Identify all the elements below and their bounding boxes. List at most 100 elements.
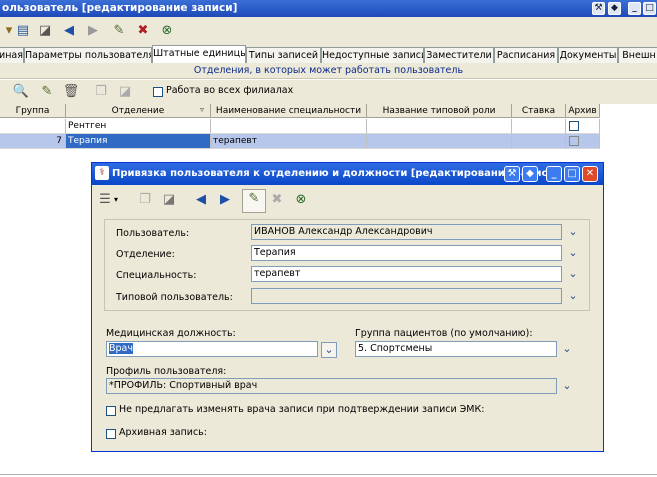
tab-schedules[interactable]: Расписания [494,47,558,63]
cancel-record-icon[interactable]: ⊗ [292,191,310,209]
position-label: Медицинская должность: [106,328,236,339]
pencil-edit-icon[interactable]: ✎ [242,189,266,213]
back-arrow-icon[interactable]: ◀ [192,191,210,209]
chevron-down-icon[interactable]: ⌄ [566,246,580,260]
chevron-down-icon[interactable]: ▾ [114,195,118,204]
tab-staff-units[interactable]: Штатные единицы [152,45,246,64]
edit-frame-icon[interactable]: ◪ [116,83,134,101]
filter-icon[interactable]: ▿ [200,105,204,114]
no-change-doctor-checkbox[interactable] [106,406,116,416]
copy-icon[interactable]: ❐ [136,191,154,209]
tab-user-params[interactable]: Параметры пользователя [24,47,152,63]
maximize-button[interactable]: □ [564,166,580,182]
back-arrow-icon[interactable]: ◀ [60,22,78,40]
cell-role [367,134,512,149]
cell-rate [512,119,566,134]
specialty-label: Специальность: [116,270,197,281]
tab-label: Недоступные записи [322,50,424,61]
section-title: Отделения, в которых может работать поль… [0,63,657,79]
user-field[interactable]: ИВАНОВ Александр Александрович [251,224,562,240]
tab-unavailable-records[interactable]: Недоступные записи [321,47,424,63]
tab-main[interactable]: иная [0,47,24,63]
tools-icon[interactable]: ⚒ [504,166,520,182]
dialog-title: Привязка пользователя к отделению и долж… [112,168,560,179]
document-icon[interactable]: ▤ [14,22,32,40]
tab-label: Внешн [622,50,656,61]
edit-frame-icon[interactable]: ◪ [160,191,178,209]
position-field[interactable]: Врач [106,341,318,357]
chevron-down-icon[interactable]: ⌄ [560,379,574,393]
chevron-down-icon[interactable]: ⌄ [560,342,574,356]
column-header[interactable]: Ставка [512,104,566,118]
cell-department: Рентген [66,119,211,134]
column-header[interactable]: Отделение [66,104,211,118]
archive-checkbox[interactable] [569,121,579,131]
delete-record-icon[interactable]: ✖ [268,191,286,209]
divider [0,474,657,475]
tab-documents[interactable]: Документы [558,47,618,63]
window-title: ользователь [редактирование записи] [2,2,238,14]
cell-specialty: терапевт [211,134,367,149]
cell-rate [512,134,566,149]
tools-icon[interactable]: ⚒ [592,2,605,15]
column-header[interactable]: Наименование специальности [211,104,367,118]
tab-label: Расписания [496,50,556,61]
all-branches-label: Работа во всех филиалах [166,85,294,96]
delete-record-icon[interactable]: ✖ [134,22,152,40]
tab-bar: иная Параметры пользователя Штатные един… [0,45,657,64]
edit-frame-icon[interactable]: ◪ [36,22,54,40]
tab-record-types[interactable]: Типы записей [246,47,321,63]
all-branches-checkbox[interactable] [153,87,163,97]
profile-label: Профиль пользователя: [106,366,227,377]
binding-dialog: ⚕ Привязка пользователя к отделению и до… [91,162,604,452]
profile-field[interactable]: *ПРОФИЛЬ: Спортивный врач [106,378,557,394]
tab-label: Документы [559,50,617,61]
minimize-button[interactable]: _ [628,2,641,15]
chevron-down-icon[interactable]: ⌄ [566,225,580,239]
department-field[interactable]: Терапия [251,245,562,261]
main-toolbar: ▾ ▤ ◪ ◀ ▶ ✎ ✖ ⊗ [0,17,657,46]
dialog-title-bar: ⚕ Привязка пользователя к отделению и до… [92,163,603,185]
help-icon[interactable]: ◆ [608,2,621,15]
archive-checkbox[interactable] [569,136,579,146]
maximize-button[interactable]: □ [643,2,656,15]
help-icon[interactable]: ◆ [522,166,538,182]
typical-user-label: Типовой пользователь: [116,292,233,303]
trash-icon[interactable]: 🗑 [62,83,80,101]
window-title-bar: ользователь [редактирование записи] ⚒ ◆ … [0,0,657,17]
menu-icon[interactable]: ☰ [96,191,114,209]
tab-label: иная [0,50,23,61]
grid-toolbar: 🔍 ✎ 🗑 ❐ ◪ Работа во всех филиалах [0,80,657,104]
position-value: Врач [109,343,133,354]
forward-arrow-icon[interactable]: ▶ [216,191,234,209]
tab-label: Штатные единицы [153,48,246,59]
column-header[interactable]: Архив [566,104,600,118]
cell-group: 7 [0,134,66,149]
archive-record-checkbox[interactable] [106,429,116,439]
chevron-down-icon[interactable]: ⌄ [566,267,580,281]
cell-archive [566,134,600,149]
pencil-edit-icon[interactable]: ✎ [110,22,128,40]
tab-external[interactable]: Внешн [618,47,657,63]
forward-arrow-icon[interactable]: ▶ [84,22,102,40]
minimize-button[interactable]: _ [546,166,562,182]
column-header[interactable]: Группа [0,104,66,118]
department-label: Отделение: [116,249,175,260]
cell-group [0,119,66,134]
patient-group-field[interactable]: 5. Спортсмены [355,341,557,357]
chevron-down-icon[interactable]: ⌄ [321,342,337,358]
column-header[interactable]: Название типовой роли [367,104,512,118]
dialog-toolbar: ☰ ▾ ❐ ◪ ◀ ▶ ✎ ✖ ⊗ [92,187,603,213]
cancel-record-icon[interactable]: ⊗ [158,22,176,40]
tab-label: Типы записей [248,50,319,61]
typical-user-field[interactable] [251,288,562,304]
chevron-down-icon[interactable]: ⌄ [566,289,580,303]
cell-archive [566,119,600,134]
search-icon[interactable]: 🔍 [12,83,30,101]
tab-deputies[interactable]: Заместители [424,47,494,63]
close-button[interactable]: ✕ [582,166,598,182]
copy-icon[interactable]: ❐ [92,83,110,101]
departments-grid: Группа Отделение ▿ Наименование специаль… [0,104,600,152]
pencil-edit-icon[interactable]: ✎ [38,83,56,101]
specialty-field[interactable]: терапевт [251,266,562,282]
